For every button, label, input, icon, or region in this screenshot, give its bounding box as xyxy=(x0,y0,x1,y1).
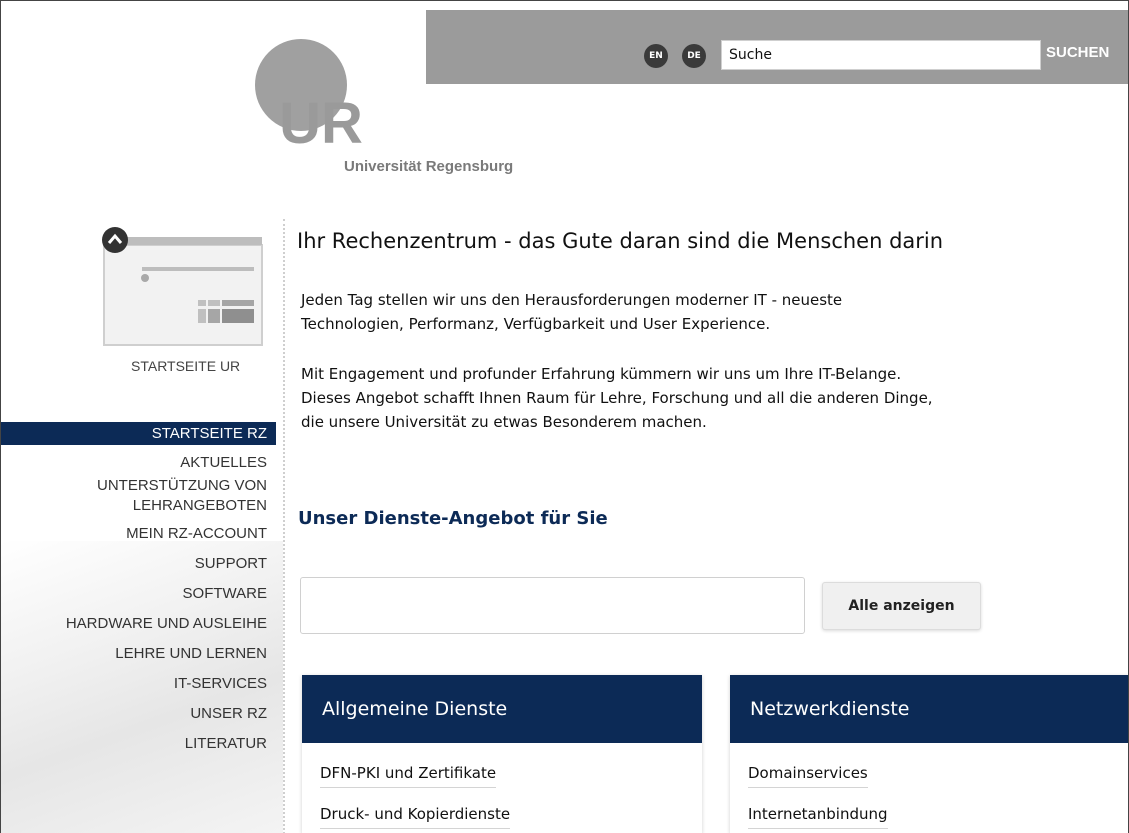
service-card-general: Allgemeine Dienste DFN-PKI und Zertifika… xyxy=(302,675,702,833)
logo-mark: UR xyxy=(279,91,363,148)
service-card-title: Netzwerkdienste xyxy=(730,675,1128,743)
service-link[interactable]: Domainservices xyxy=(748,764,868,788)
service-filter-input[interactable] xyxy=(300,577,805,634)
sidebar-item-literatur[interactable]: LITERATUR xyxy=(1,735,276,753)
sidebar-item-lehre-lernen[interactable]: LEHRE UND LERNEN xyxy=(1,645,276,663)
website-thumbnail-icon[interactable] xyxy=(98,223,268,368)
search-button[interactable]: SUCHEN xyxy=(1046,44,1109,61)
university-logo[interactable]: UR xyxy=(251,33,391,148)
home-ur-link[interactable]: STARTSEITE UR xyxy=(131,358,240,374)
sidebar-item-unser-rz[interactable]: UNSER RZ xyxy=(1,705,276,723)
sidebar-item-it-services[interactable]: IT-SERVICES xyxy=(1,675,276,693)
service-card-network: Netzwerkdienste Domainservices Interneta… xyxy=(730,675,1128,833)
intro-paragraph-1-line: Jeden Tag stellen wir uns den Herausford… xyxy=(301,291,843,309)
sidebar-item-startseite-rz[interactable]: STARTSEITE RZ xyxy=(1,422,276,445)
intro-paragraph-2-line: die unsere Universität zu etwas Besonder… xyxy=(301,413,707,431)
sidebar-item-lehrangeboten[interactable]: LEHRANGEBOTEN xyxy=(1,497,276,515)
sidebar-item-software[interactable]: SOFTWARE xyxy=(1,585,276,603)
language-en-button[interactable]: EN xyxy=(644,44,668,68)
intro-paragraph-1-line: Technologien, Performanz, Verfügbarkeit … xyxy=(301,315,771,333)
page-frame: EN DE SUCHEN UR Universität Regensburg S… xyxy=(0,0,1129,833)
service-link[interactable]: Internetanbindung xyxy=(748,805,888,829)
sidebar-item-aktuelles[interactable]: AKTUELLES xyxy=(1,454,276,472)
sidebar-item-hardware[interactable]: HARDWARE UND AUSLEIHE xyxy=(1,615,276,633)
sidebar-item-rz-account[interactable]: MEIN RZ-ACCOUNT xyxy=(1,525,276,543)
intro-paragraph-2-line: Dieses Angebot schafft Ihnen Raum für Le… xyxy=(301,389,933,407)
intro-paragraph-1: Jeden Tag stellen wir uns den Herausford… xyxy=(301,288,1111,336)
sidebar-item-unterstuetzung[interactable]: UNTERSTÜTZUNG VON xyxy=(1,477,276,495)
show-all-button[interactable]: Alle anzeigen xyxy=(822,582,981,630)
logo-caption: Universität Regensburg xyxy=(344,158,514,175)
intro-paragraph-2-line: Mit Engagement und profunder Erfahrung k… xyxy=(301,365,902,383)
search-input[interactable] xyxy=(721,40,1041,70)
service-link[interactable]: Druck- und Kopierdienste xyxy=(320,805,511,829)
page-title: Ihr Rechenzentrum - das Gute daran sind … xyxy=(297,229,944,253)
service-link[interactable]: DFN-PKI und Zertifikate xyxy=(320,764,497,788)
sidebar-divider xyxy=(283,219,285,833)
sidebar-nav: STARTSEITE RZ AKTUELLES UNTERSTÜTZUNG VO… xyxy=(1,422,276,753)
sidebar-item-support[interactable]: SUPPORT xyxy=(1,555,276,573)
intro-paragraph-2: Mit Engagement und profunder Erfahrung k… xyxy=(301,362,1111,434)
language-de-button[interactable]: DE xyxy=(682,44,706,68)
service-card-title: Allgemeine Dienste xyxy=(302,675,702,743)
services-heading: Unser Dienste-Angebot für Sie xyxy=(298,508,608,529)
